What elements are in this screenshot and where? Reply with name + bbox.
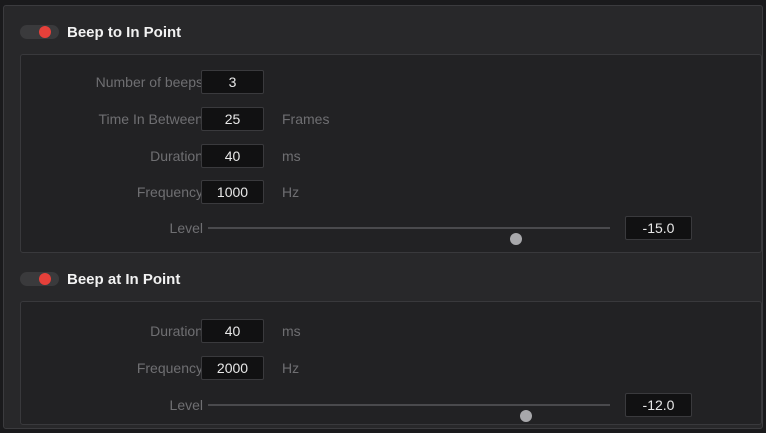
time-in-between-label: Time In Between bbox=[98, 111, 203, 127]
level-value-input[interactable]: -15.0 bbox=[625, 216, 692, 240]
frequency-unit: Hz bbox=[282, 184, 300, 200]
frequency-row: Frequency 1000 Hz bbox=[21, 180, 761, 204]
time-in-between-unit: Frames bbox=[282, 111, 330, 127]
section-title: Beep to In Point bbox=[67, 23, 182, 41]
time-in-between-row: Time In Between 25 Frames bbox=[21, 107, 761, 131]
level-slider-thumb[interactable] bbox=[509, 233, 522, 245]
level-slider[interactable] bbox=[208, 227, 610, 245]
duration-unit: ms bbox=[282, 323, 301, 339]
toggle-knob-icon bbox=[39, 26, 51, 38]
level-label: Level bbox=[169, 220, 203, 236]
beep-settings-panel: Beep to In Point Number of beeps 3 Time … bbox=[3, 5, 763, 429]
toggle-knob-icon bbox=[39, 273, 51, 285]
frequency-row: Frequency 2000 Hz bbox=[21, 356, 761, 380]
level-value-input[interactable]: -12.0 bbox=[625, 393, 692, 417]
frequency-input[interactable]: 2000 bbox=[201, 356, 264, 380]
duration-unit: ms bbox=[282, 148, 301, 164]
number-of-beeps-input[interactable]: 3 bbox=[201, 70, 264, 94]
beep-to-in-point-toggle[interactable] bbox=[20, 25, 59, 39]
duration-row: Duration 40 ms bbox=[21, 144, 761, 168]
beep-to-in-point-settings: Number of beeps 3 Time In Between 25 Fra… bbox=[20, 54, 762, 253]
time-in-between-input[interactable]: 25 bbox=[201, 107, 264, 131]
frequency-label: Frequency bbox=[136, 360, 203, 376]
duration-input[interactable]: 40 bbox=[201, 144, 264, 168]
section-header-beep-to-in-point: Beep to In Point bbox=[4, 11, 762, 53]
duration-row: Duration 40 ms bbox=[21, 319, 761, 343]
frequency-unit: Hz bbox=[282, 360, 300, 376]
level-row: Level -15.0 bbox=[21, 216, 761, 245]
number-of-beeps-label: Number of beeps bbox=[95, 74, 203, 90]
beep-at-in-point-toggle[interactable] bbox=[20, 272, 59, 286]
duration-label: Duration bbox=[150, 323, 203, 339]
level-slider-thumb[interactable] bbox=[520, 410, 533, 422]
frequency-input[interactable]: 1000 bbox=[201, 180, 264, 204]
level-slider[interactable] bbox=[208, 404, 610, 422]
duration-label: Duration bbox=[150, 148, 203, 164]
number-of-beeps-row: Number of beeps 3 bbox=[21, 70, 761, 94]
duration-input[interactable]: 40 bbox=[201, 319, 264, 343]
frequency-label: Frequency bbox=[136, 184, 203, 200]
section-header-beep-at-in-point: Beep at In Point bbox=[4, 258, 762, 300]
section-title: Beep at In Point bbox=[67, 270, 181, 288]
level-row: Level -12.0 bbox=[21, 393, 761, 422]
beep-at-in-point-settings: Duration 40 ms Frequency 2000 Hz Level -… bbox=[20, 301, 762, 425]
level-label: Level bbox=[169, 397, 203, 413]
